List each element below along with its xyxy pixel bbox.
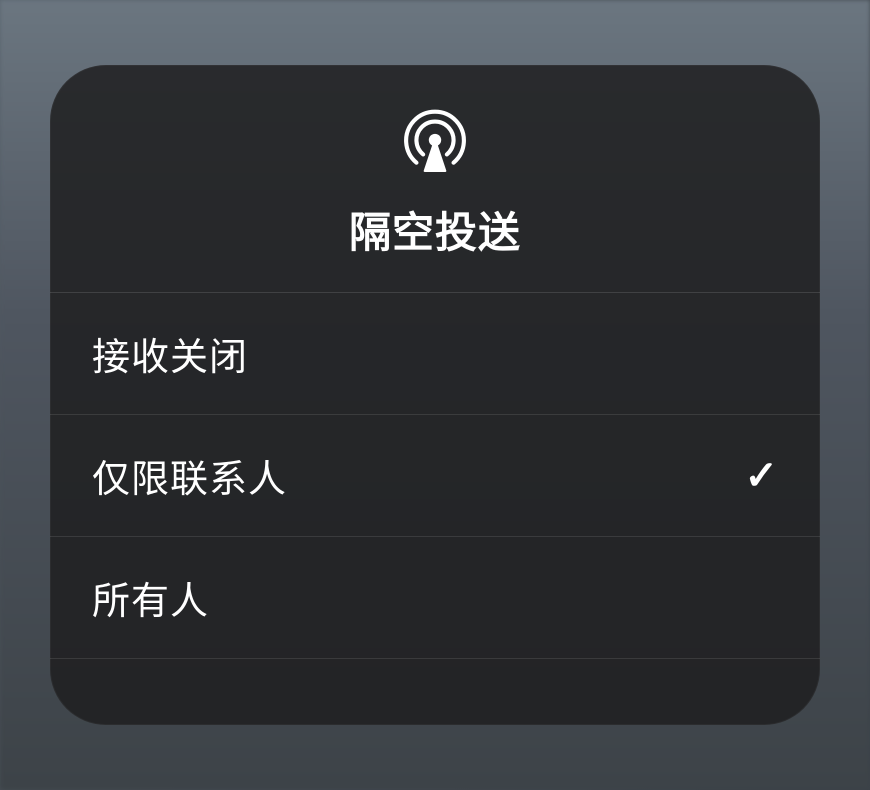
option-label: 所有人 — [92, 570, 209, 625]
panel-title: 隔空投送 — [349, 199, 521, 260]
airdrop-panel: 隔空投送 接收关闭 ✓ 仅限联系人 ✓ 所有人 ✓ — [50, 65, 820, 725]
airdrop-icon — [400, 105, 470, 175]
option-receiving-off[interactable]: 接收关闭 ✓ — [50, 293, 820, 415]
option-everyone[interactable]: 所有人 ✓ — [50, 537, 820, 659]
option-label: 接收关闭 — [92, 326, 248, 381]
panel-header: 隔空投送 — [50, 65, 820, 293]
checkmark-icon: ✓ — [744, 453, 778, 499]
option-label: 仅限联系人 — [92, 448, 287, 503]
option-contacts-only[interactable]: 仅限联系人 ✓ — [50, 415, 820, 537]
options-list: 接收关闭 ✓ 仅限联系人 ✓ 所有人 ✓ — [50, 293, 820, 725]
